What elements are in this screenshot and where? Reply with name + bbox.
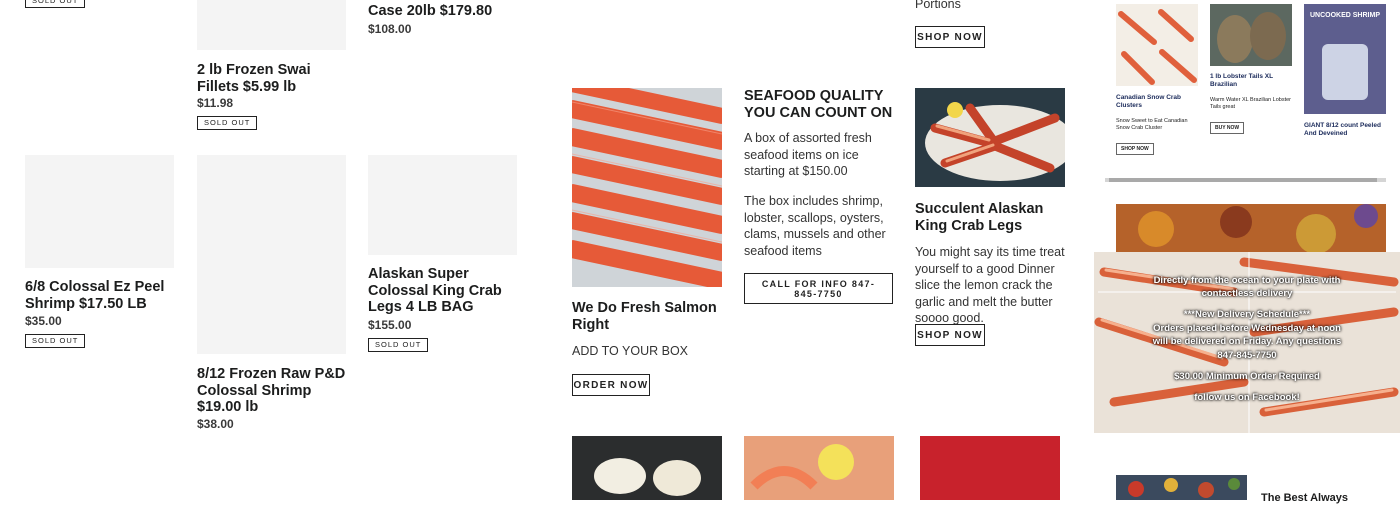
shrimp-bag-image[interactable]: UNCOOKED SHRIMP [1304,4,1386,114]
slide-title[interactable]: 1 lb Lobster Tails XL Brazilian [1210,73,1292,89]
product-title[interactable]: Case 20lb $179.80 [368,3,518,20]
product-title[interactable]: 2 lb Frozen Swai Fillets $5.99 lb [197,62,347,95]
product-price: $38.00 [197,417,234,431]
quality-title: SEAFOOD QUALITY YOU CAN COUNT ON [744,88,893,121]
product-image-placeholder[interactable] [197,0,346,50]
product-title[interactable]: Alaskan Super Colossal King Crab Legs 4 … [368,266,518,316]
slide-shop-now-button[interactable]: SHOP NOW [1116,143,1154,155]
sold-out-badge: SOLD OUT [25,334,86,348]
banner-facebook-link[interactable]: follow us on Facebook! [1124,391,1370,404]
sold-out-badge: SOLD OUT [25,0,86,8]
feature-text: Portions [915,0,961,11]
slide-title[interactable]: Canadian Snow Crab Clusters [1116,94,1200,110]
product-image-placeholder[interactable] [197,155,346,354]
salmon-title: We Do Fresh Salmon Right [572,300,717,333]
product-title[interactable]: 8/12 Frozen Raw P&D Colossal Shrimp $19.… [197,366,347,416]
sold-out-badge: SOLD OUT [368,338,429,352]
slide-desc: Snow Sweet to Eat Canadian Snow Crab Clu… [1116,118,1188,131]
shrimp-image[interactable] [744,436,894,500]
salmon-image[interactable] [572,88,722,287]
crab-text: You might say its time treat yourself to… [915,245,1065,325]
slide-title[interactable]: GIANT 8/12 count Peeled And Deveined [1304,122,1388,138]
king-crab-image[interactable] [915,88,1065,187]
shop-now-button[interactable]: SHOP NOW [915,324,985,346]
product-image-placeholder[interactable] [368,155,517,255]
order-now-button[interactable]: ORDER NOW [572,374,650,396]
banner-schedule-heading: ***New Delivery Schedule*** [1183,309,1311,320]
product-price: $35.00 [25,314,62,328]
slide-desc: Warm Water XL Brazilian Lobster Tails gr… [1210,97,1291,110]
product-price: $108.00 [368,22,412,36]
shop-now-button[interactable]: SHOP NOW [915,26,985,48]
sold-out-badge: SOLD OUT [197,116,258,130]
banner-schedule-text: Orders placed before Wednesday at noon w… [1152,323,1342,347]
crab-title: Succulent Alaskan King Crab Legs [915,201,1044,234]
product-image-placeholder[interactable] [25,155,174,268]
lobster-tails-image[interactable] [1210,4,1292,66]
product-price: $155.00 [368,318,412,332]
quality-paragraph: The box includes shrimp, lobster, scallo… [744,194,886,258]
tuna-image[interactable] [920,436,1060,500]
delivery-banner: Directly from the ocean to your plate wi… [1094,252,1400,433]
product-title[interactable]: 6/8 Colossal Ez Peel Shrimp $17.50 LB [25,279,175,312]
banner-phone[interactable]: 847-845-7750 [1124,349,1370,362]
scallops-image[interactable] [572,436,722,500]
banner-minimum-order: $30.00 Minimum Order Required [1174,371,1320,382]
salmon-text: ADD TO YOUR BOX [572,344,689,358]
sidebar-bottom-title[interactable]: The Best Always [1261,490,1348,507]
market-image[interactable] [1116,475,1247,500]
scrollbar-thumb[interactable] [1109,178,1377,182]
product-price: $11.98 [197,96,234,110]
slide-buy-now-button[interactable]: BUY NOW [1210,122,1245,134]
snow-crab-image[interactable] [1116,4,1198,86]
call-for-info-button[interactable]: CALL FOR INFO 847-845-7750 [744,273,893,304]
autumn-leaves-image [1116,204,1386,254]
slider-scrollbar[interactable] [1105,178,1386,182]
banner-intro-text: Directly from the ocean to your plate wi… [1153,275,1341,299]
quality-paragraph: A box of assorted fresh seafood items on… [744,131,872,178]
